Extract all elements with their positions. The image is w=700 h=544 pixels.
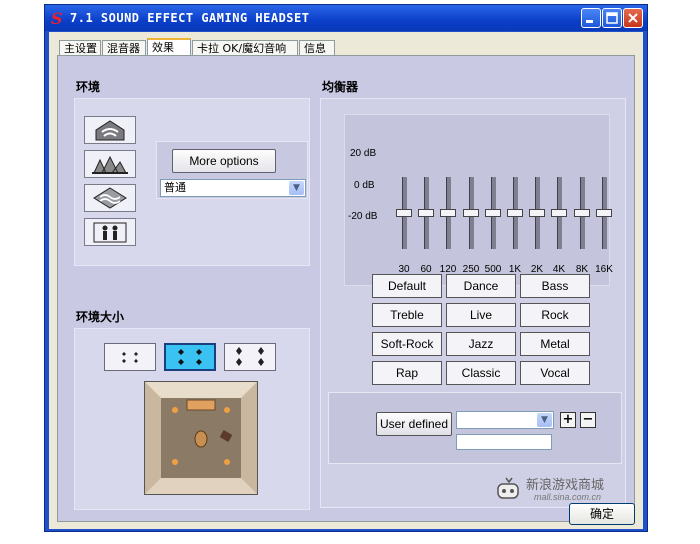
- eq-slider-8k[interactable]: [574, 177, 590, 249]
- user-defined-select[interactable]: ▼: [456, 411, 554, 429]
- preset-default-button[interactable]: Default: [372, 274, 442, 298]
- eq-slider-500[interactable]: [485, 177, 501, 249]
- room-preview: [144, 381, 258, 495]
- medium-room-icon: [178, 349, 202, 365]
- size-medium-button[interactable]: [164, 343, 216, 371]
- eq-slider-120[interactable]: [440, 177, 456, 249]
- eq-freq-label: 16K: [595, 264, 613, 275]
- small-room-icon: [122, 352, 138, 363]
- watermark-url: mall.sina.com.cn: [534, 492, 602, 502]
- eq-slider-16k[interactable]: [596, 177, 612, 249]
- tab-karaoke[interactable]: 卡拉 OK/魔幻音响: [192, 40, 298, 56]
- preset-treble-button[interactable]: Treble: [372, 303, 442, 327]
- preset-live-button[interactable]: Live: [446, 303, 516, 327]
- preset-rock-button[interactable]: Rock: [520, 303, 590, 327]
- room-preset-icon: [95, 120, 125, 141]
- environment-underwater-button[interactable]: [84, 184, 136, 212]
- tab-mixer[interactable]: 混音器: [102, 40, 146, 56]
- watermark-text: 新浪游戏商城: [526, 478, 605, 493]
- environment-preset-value: 普通: [164, 181, 186, 194]
- maximize-icon: [606, 12, 618, 24]
- eq-slider-thumb[interactable]: [485, 209, 501, 217]
- preset-rap-button[interactable]: Rap: [372, 361, 442, 385]
- eq-slider-250[interactable]: [463, 177, 479, 249]
- preset-bass-button[interactable]: Bass: [520, 274, 590, 298]
- user-defined-button[interactable]: User defined: [376, 412, 452, 436]
- environment-preset-select[interactable]: 普通 ▼: [160, 179, 306, 197]
- eq-slider-thumb[interactable]: [463, 209, 479, 217]
- eq-slider-thumb[interactable]: [551, 209, 567, 217]
- room-preview-icon: [145, 382, 257, 494]
- add-preset-button[interactable]: +: [560, 412, 576, 428]
- close-icon: [628, 13, 638, 23]
- eq-slider-thumb[interactable]: [574, 209, 590, 217]
- eq-slider-thumb[interactable]: [529, 209, 545, 217]
- eq-slider-thumb[interactable]: [418, 209, 434, 217]
- eq-slider-1k[interactable]: [507, 177, 523, 249]
- preset-classic-button[interactable]: Classic: [446, 361, 516, 385]
- minimize-icon: [586, 20, 593, 23]
- eq-slider-30[interactable]: [396, 177, 412, 249]
- eq-slider-thumb[interactable]: [507, 209, 523, 217]
- watermark: 新浪游戏商城 mall.sina.com.cn: [494, 474, 606, 508]
- db-label-max: 20 dB: [350, 148, 377, 159]
- concert-hall-icon: [92, 155, 128, 174]
- environment-size-title: 环境大小: [76, 310, 125, 324]
- environment-stage-button[interactable]: [84, 218, 136, 246]
- preset-name-input[interactable]: [456, 434, 552, 450]
- chevron-down-icon: ▼: [537, 413, 552, 427]
- size-small-button[interactable]: [104, 343, 156, 371]
- environment-room-button[interactable]: [84, 116, 136, 144]
- preset-soft-rock-button[interactable]: Soft-Rock: [372, 332, 442, 356]
- preset-jazz-button[interactable]: Jazz: [446, 332, 516, 356]
- dialog-client: 主设置 混音器 效果 卡拉 OK/魔幻音响 信息 环境 More options…: [49, 32, 643, 529]
- eq-slider-thumb[interactable]: [396, 209, 412, 217]
- more-options-button[interactable]: More options: [172, 149, 276, 173]
- equalizer-title: 均衡器: [322, 80, 359, 94]
- eq-slider-4k[interactable]: [551, 177, 567, 249]
- preset-vocal-button[interactable]: Vocal: [520, 361, 590, 385]
- environment-title: 环境: [76, 80, 101, 94]
- remove-preset-button[interactable]: −: [580, 412, 596, 428]
- eq-slider-thumb[interactable]: [596, 209, 612, 217]
- eq-slider-2k[interactable]: [529, 177, 545, 249]
- preset-dance-button[interactable]: Dance: [446, 274, 516, 298]
- minimize-button[interactable]: [581, 8, 601, 28]
- large-room-icon: [236, 347, 264, 366]
- preset-metal-button[interactable]: Metal: [520, 332, 590, 356]
- tab-info[interactable]: 信息: [299, 40, 335, 56]
- eq-slider-thumb[interactable]: [440, 209, 456, 217]
- underwater-icon: [93, 187, 127, 209]
- app-window: S 7.1 SOUND EFFECT GAMING HEADSET 主设置 混音…: [44, 4, 648, 532]
- watermark-logo-icon: [497, 477, 519, 499]
- eq-slider-60[interactable]: [418, 177, 434, 249]
- app-logo-icon: S: [51, 9, 63, 28]
- db-label-min: -20 dB: [348, 211, 378, 222]
- maximize-button[interactable]: [602, 8, 622, 28]
- title-bar[interactable]: S 7.1 SOUND EFFECT GAMING HEADSET: [45, 5, 647, 31]
- stage-icon: [93, 222, 127, 243]
- size-large-button[interactable]: [224, 343, 276, 371]
- close-button[interactable]: [623, 8, 643, 28]
- tab-main-settings[interactable]: 主设置: [59, 40, 101, 56]
- db-label-zero: 0 dB: [354, 180, 375, 191]
- environment-concert-button[interactable]: [84, 150, 136, 178]
- chevron-down-icon: ▼: [289, 181, 304, 195]
- window-title: 7.1 SOUND EFFECT GAMING HEADSET: [70, 11, 310, 25]
- effects-page: 环境 More options 普通 ▼ 环境大小 均衡器 20 dB 0 dB…: [57, 55, 635, 522]
